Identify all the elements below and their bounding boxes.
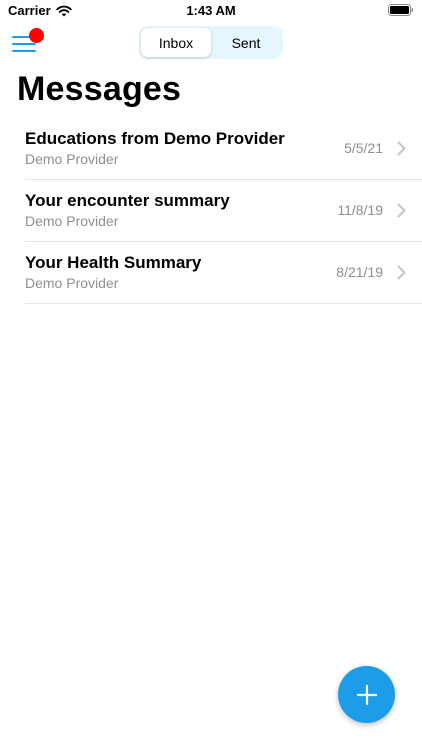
message-sender: Demo Provider — [25, 275, 119, 291]
tab-sent[interactable]: Sent — [211, 28, 281, 57]
message-list: Educations from Demo Provider Demo Provi… — [25, 118, 422, 304]
menu-button[interactable] — [12, 28, 46, 55]
message-sender: Demo Provider — [25, 151, 119, 167]
plus-icon — [356, 684, 377, 705]
message-row-encounter-summary[interactable]: Your encounter summary Demo Provider 11/… — [25, 180, 422, 242]
message-date: 8/21/19 — [336, 264, 383, 280]
message-title: Educations from Demo Provider — [25, 129, 285, 148]
compose-message-button[interactable] — [338, 666, 395, 723]
chevron-right-icon — [397, 203, 406, 218]
message-row-health-summary[interactable]: Your Health Summary Demo Provider 8/21/1… — [25, 242, 422, 304]
chevron-right-icon — [397, 141, 406, 156]
status-bar: Carrier 1:43 AM — [0, 0, 422, 22]
message-date: 5/5/21 — [344, 140, 383, 156]
chevron-right-icon — [397, 265, 406, 280]
page-title: Messages — [17, 70, 182, 108]
tab-inbox[interactable]: Inbox — [141, 28, 211, 57]
message-title: Your Health Summary — [25, 253, 202, 272]
status-time: 1:43 AM — [186, 3, 236, 18]
notification-badge — [29, 28, 44, 43]
message-title: Your encounter summary — [25, 191, 230, 210]
inbox-sent-segmented-control: Inbox Sent — [139, 26, 283, 59]
message-row-educations[interactable]: Educations from Demo Provider Demo Provi… — [25, 118, 422, 180]
battery-icon — [388, 4, 414, 16]
message-sender: Demo Provider — [25, 213, 119, 229]
message-date: 11/8/19 — [337, 202, 383, 218]
